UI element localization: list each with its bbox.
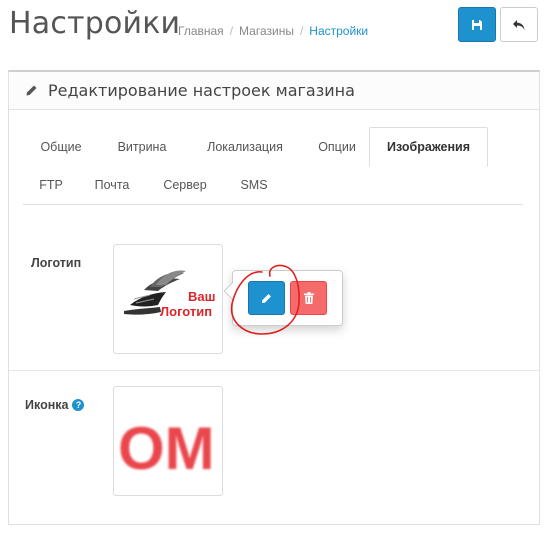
page-title: Настройки bbox=[9, 6, 181, 41]
tab-ftp[interactable]: FTP bbox=[31, 166, 71, 204]
icon-label-text: Иконка bbox=[25, 398, 69, 412]
logo-image: Ваш Логотип bbox=[124, 270, 215, 319]
logo-label: Логотип bbox=[31, 256, 82, 270]
favicon-thumbnail[interactable]: ОМ bbox=[113, 386, 223, 496]
save-button[interactable] bbox=[458, 7, 496, 42]
question-icon[interactable]: ? bbox=[72, 399, 85, 411]
breadcrumb-separator: / bbox=[229, 24, 234, 38]
settings-page: Настройки Главная / Магазины / Настройки… bbox=[0, 0, 548, 535]
favicon-image: ОМ bbox=[118, 415, 215, 482]
breadcrumb-home[interactable]: Главная bbox=[178, 24, 224, 38]
tab-server[interactable]: Сервер bbox=[151, 166, 219, 204]
pencil-icon bbox=[26, 85, 37, 96]
row-divider bbox=[9, 370, 539, 371]
delete-image-button[interactable] bbox=[290, 281, 327, 315]
tab-localization[interactable]: Локализация bbox=[197, 128, 293, 166]
breadcrumb: Главная / Магазины / Настройки bbox=[178, 24, 368, 38]
tab-images[interactable]: Изображения bbox=[369, 127, 488, 167]
breadcrumb-settings[interactable]: Настройки bbox=[309, 24, 368, 38]
panel-title: Редактирование настроек магазина bbox=[48, 81, 355, 100]
logo-thumbnail[interactable]: Ваш Логотип bbox=[113, 244, 223, 354]
back-button[interactable] bbox=[500, 7, 538, 42]
tab-options[interactable]: Опции bbox=[309, 128, 365, 166]
trash-icon bbox=[303, 292, 314, 304]
settings-tabs: Общие Витрина Локализация Опции Изображе… bbox=[23, 127, 523, 205]
pencil-icon bbox=[262, 293, 271, 303]
reply-icon bbox=[513, 19, 525, 30]
logo-text-line2: Логотип bbox=[160, 304, 212, 319]
image-actions-popover bbox=[223, 270, 343, 326]
tab-general[interactable]: Общие bbox=[31, 128, 91, 166]
edit-image-button[interactable] bbox=[248, 281, 285, 315]
tab-mail[interactable]: Почта bbox=[83, 166, 141, 204]
tab-storefront[interactable]: Витрина bbox=[107, 128, 177, 166]
save-icon bbox=[472, 19, 482, 30]
breadcrumb-stores[interactable]: Магазины bbox=[239, 24, 294, 38]
logo-text-line1: Ваш bbox=[188, 289, 215, 304]
favicon-text: ОМ bbox=[118, 415, 215, 482]
tab-sms[interactable]: SMS bbox=[229, 166, 279, 204]
icon-label: Иконка? bbox=[25, 398, 85, 412]
panel-heading: Редактирование настроек магазина bbox=[9, 72, 539, 110]
breadcrumb-separator: / bbox=[299, 24, 304, 38]
